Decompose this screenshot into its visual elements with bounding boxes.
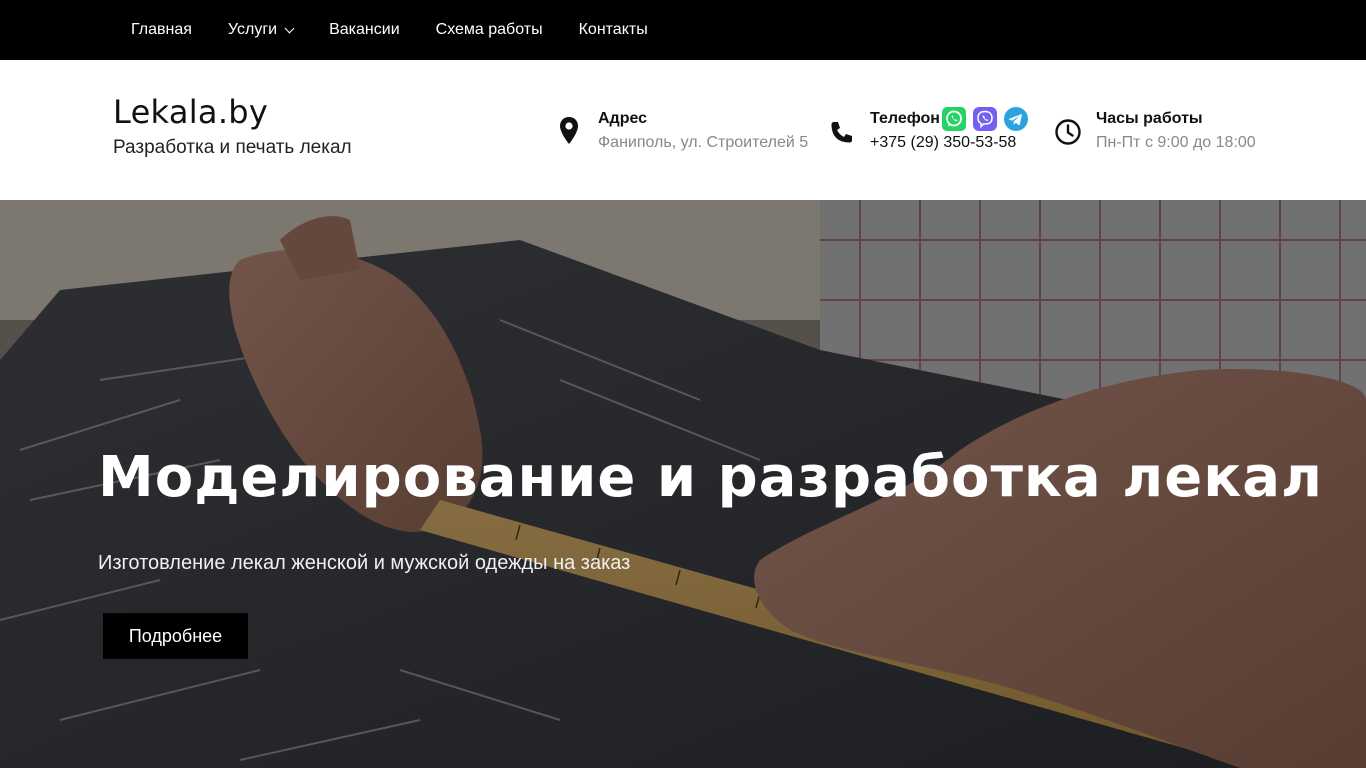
nav-item-contacts-label: Контакты	[578, 21, 648, 38]
phone-title: Телефон	[870, 110, 940, 127]
nav-item-home[interactable]: Главная	[131, 21, 192, 39]
nav-item-home-label: Главная	[131, 21, 192, 38]
nav-item-services-label: Услуги	[227, 21, 278, 38]
whatsapp-icon[interactable]	[942, 107, 966, 131]
telegram-icon[interactable]	[1004, 107, 1028, 131]
clock-icon	[1055, 119, 1081, 145]
phone-value[interactable]: +375 (29) 350-53-58	[870, 134, 1016, 152]
site-tagline: Разработка и печать лекал	[113, 137, 352, 158]
address-title: Адрес	[598, 110, 648, 127]
nav-menu: Главная Услуги Вакансии Схема работы Кон…	[131, 0, 684, 60]
chevron-down-icon	[284, 23, 295, 33]
site-logo[interactable]: Lekala.by	[113, 93, 268, 131]
nav-item-workflow-label: Схема работы	[435, 21, 543, 38]
viber-icon[interactable]	[973, 107, 997, 131]
phone-icon	[831, 122, 852, 143]
map-pin-icon	[560, 117, 578, 144]
hero-title: Моделирование и разработка лекал	[98, 445, 1324, 510]
hours-title: Часы работы	[1096, 110, 1203, 127]
nav-item-vacancies[interactable]: Вакансии	[329, 21, 400, 39]
nav-item-workflow[interactable]: Схема работы	[436, 21, 543, 39]
address-value: Фаниполь, ул. Строителей 5	[598, 134, 809, 151]
site-header: Lekala.by Разработка и печать лекал Адре…	[0, 60, 1366, 200]
hours-value: Пн-Пт с 9:00 до 18:00	[1096, 134, 1256, 151]
messenger-links	[942, 107, 1035, 131]
top-navigation: Главная Услуги Вакансии Схема работы Кон…	[0, 0, 1366, 60]
hero-subtitle: Изготовление лекал женской и мужской оде…	[98, 552, 631, 574]
nav-item-vacancies-label: Вакансии	[329, 21, 400, 38]
nav-item-services[interactable]: Услуги	[227, 21, 295, 39]
hero-banner: Моделирование и разработка лекал Изготов…	[0, 200, 1366, 768]
more-button[interactable]: Подробнее	[103, 613, 248, 659]
nav-item-contacts[interactable]: Контакты	[579, 21, 648, 39]
